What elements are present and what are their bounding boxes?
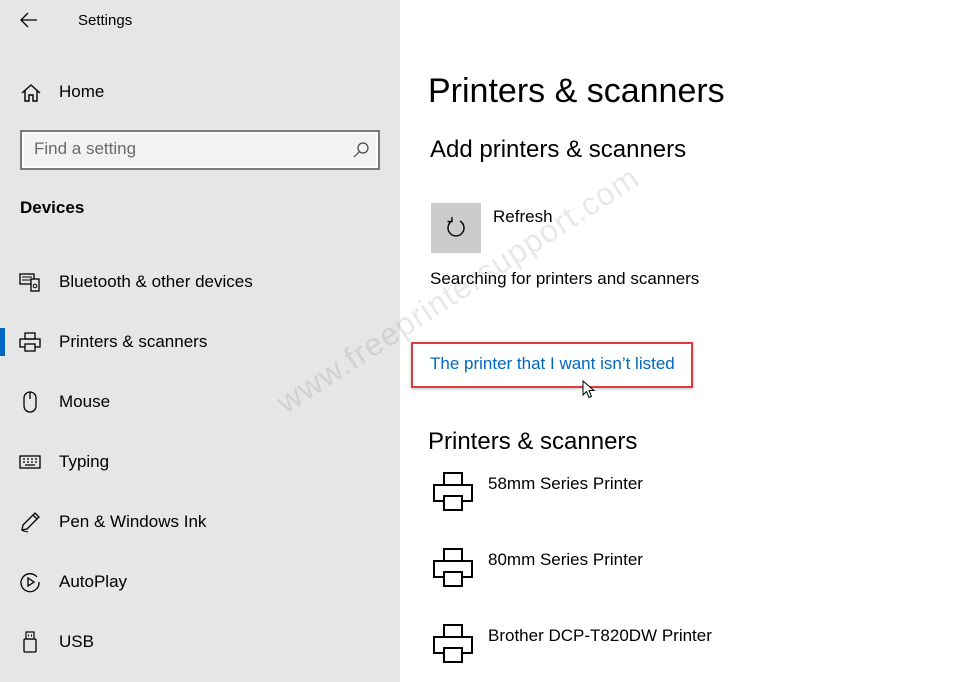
- sidebar-item-usb[interactable]: USB: [0, 620, 400, 664]
- sidebar-item-autoplay[interactable]: AutoPlay: [0, 560, 400, 604]
- sidebar-item-bluetooth[interactable]: Bluetooth & other devices: [0, 260, 400, 304]
- app-title: Settings: [78, 12, 133, 29]
- refresh-button[interactable]: [431, 203, 481, 253]
- back-arrow-icon: [20, 12, 37, 28]
- pen-icon: [18, 511, 42, 533]
- section-heading-devices: Devices: [20, 198, 85, 217]
- sidebar-item-label: Printers & scanners: [59, 332, 208, 351]
- printer-name: 80mm Series Printer: [488, 550, 643, 569]
- nav-home-label: Home: [59, 82, 105, 101]
- printer-list-item[interactable]: Brother DCP-T820DW Printer: [428, 622, 928, 682]
- printer-name: 58mm Series Printer: [488, 474, 643, 493]
- usb-icon: [18, 631, 42, 653]
- back-button[interactable]: [14, 6, 44, 34]
- sidebar: Settings Home Devices Bluetooth & other …: [0, 0, 400, 682]
- printer-list-item[interactable]: 80mm Series Printer: [428, 546, 928, 612]
- keyboard-icon: [18, 451, 42, 473]
- refresh-label[interactable]: Refresh: [493, 207, 553, 227]
- main-content: Printers & scanners Add printers & scann…: [400, 0, 956, 682]
- printer-list-item[interactable]: 58mm Series Printer: [428, 470, 928, 536]
- printer-name: Brother DCP-T820DW Printer: [488, 626, 712, 645]
- link-highlight-box: [411, 342, 693, 388]
- sidebar-item-label: USB: [59, 632, 94, 651]
- title-bar: Settings: [0, 0, 400, 40]
- sidebar-item-label: AutoPlay: [59, 572, 128, 591]
- sidebar-item-mouse[interactable]: Mouse: [0, 380, 400, 424]
- sidebar-item-pen[interactable]: Pen & Windows Ink: [0, 500, 400, 544]
- refresh-icon: [447, 217, 465, 237]
- nav-home[interactable]: Home: [0, 72, 400, 112]
- search-box[interactable]: [20, 130, 380, 170]
- printer-icon: [433, 624, 473, 663]
- page-title: Printers & scanners: [428, 72, 725, 110]
- printer-icon: [433, 548, 473, 587]
- searching-status: Searching for printers and scanners: [430, 269, 700, 288]
- printer-icon: [18, 331, 42, 353]
- sidebar-item-printers[interactable]: Printers & scanners: [0, 320, 400, 364]
- bluetooth-devices-icon: [18, 271, 42, 293]
- mouse-cursor-icon: [582, 380, 596, 399]
- search-input[interactable]: [34, 139, 334, 159]
- home-icon: [21, 84, 41, 102]
- sidebar-item-typing[interactable]: Typing: [0, 440, 400, 484]
- add-section-heading: Add printers & scanners: [430, 136, 687, 163]
- active-indicator: [0, 328, 5, 356]
- search-icon[interactable]: [352, 141, 370, 159]
- printer-icon: [433, 472, 473, 511]
- sidebar-item-label: Pen & Windows Ink: [59, 512, 207, 531]
- mouse-icon: [18, 391, 42, 413]
- sidebar-item-label: Bluetooth & other devices: [59, 272, 253, 291]
- printers-list-heading: Printers & scanners: [428, 428, 638, 455]
- autoplay-icon: [18, 571, 42, 593]
- sidebar-item-label: Mouse: [59, 392, 111, 411]
- sidebar-item-label: Typing: [59, 452, 110, 471]
